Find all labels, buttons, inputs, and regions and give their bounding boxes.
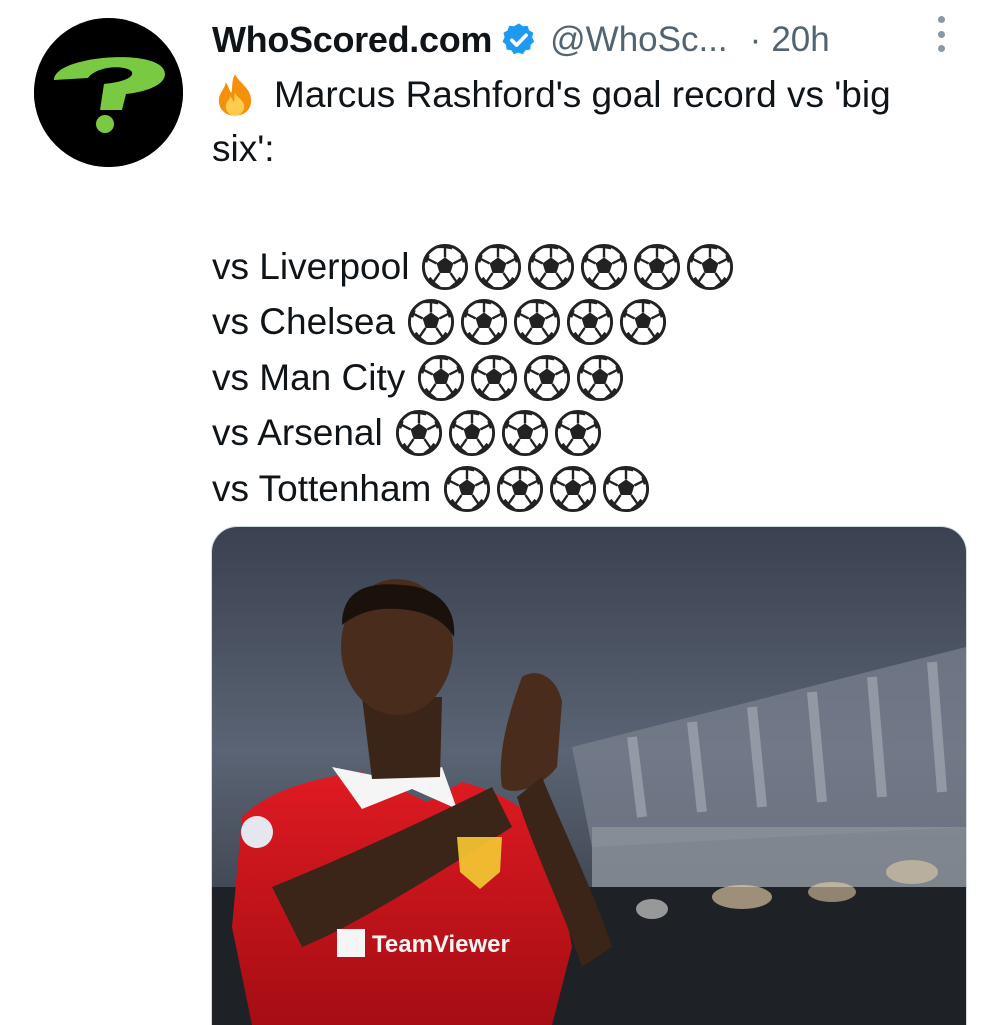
tweet-time[interactable]: 20h [771,20,829,60]
intro-text: Marcus Rashford's goal record vs 'big [274,74,891,115]
whoscored-logo-icon [34,18,183,167]
soccer-ball-icon [524,354,571,401]
soccer-ball-icon [566,299,614,346]
soccer-ball-icon [603,465,650,512]
soccer-ball-icon [475,243,522,290]
soccer-ball-icon [513,299,561,346]
tweet-header: WhoScored.com @WhoSc... · 20h [212,14,830,66]
separator-dot: · [749,20,762,59]
author-handle[interactable]: @WhoSc... [550,20,728,60]
soccer-ball-icon [619,299,667,346]
soccer-ball-icon [577,354,624,401]
rashford-photo: TeamViewer [212,527,966,1025]
soccer-ball-icon [395,410,442,457]
goal-balls [421,243,739,291]
verified-badge-icon [502,23,535,55]
goal-record-list: vs Liverpool vs Chelsea vs Man City vs A… [212,239,972,517]
soccer-ball-icon [550,465,597,512]
soccer-ball-icon [444,465,491,512]
soccer-ball-icon [581,243,628,290]
goal-balls [417,354,629,402]
avatar[interactable] [34,18,183,167]
soccer-ball-icon [422,243,469,290]
soccer-ball-icon [634,243,681,290]
soccer-ball-icon [554,410,601,457]
goal-row: vs Arsenal [212,406,972,462]
more-options-icon[interactable] [933,16,949,52]
fire-emoji-icon [218,74,252,116]
tweet-text: Marcus Rashford's goal record vs 'big si… [212,68,972,517]
goal-row: vs Chelsea [212,295,972,351]
tweet-photo[interactable]: TeamViewer [211,526,967,1025]
soccer-ball-icon [471,354,518,401]
soccer-ball-icon [448,410,495,457]
goal-row: vs Liverpool [212,239,972,295]
soccer-ball-icon [407,299,455,346]
goal-row-label: vs Tottenham [212,467,432,509]
author-name[interactable]: WhoScored.com [212,19,492,61]
goal-row-label: vs Arsenal [212,412,383,454]
soccer-ball-icon [528,243,575,290]
soccer-ball-icon [418,354,465,401]
intro-text-continued: six': [212,128,275,169]
goal-row-label: vs Liverpool [212,245,410,287]
soccer-ball-icon [497,465,544,512]
shirt-sponsor-text: TeamViewer [372,931,510,958]
soccer-ball-icon [460,299,508,346]
goal-row: vs Tottenham [212,461,972,517]
goal-row-label: vs Man City [212,356,406,398]
goal-balls [395,409,607,457]
goal-row-label: vs Chelsea [212,301,396,343]
soccer-ball-icon [687,243,734,290]
goal-row: vs Man City [212,350,972,406]
soccer-ball-icon [501,410,548,457]
goal-balls [407,298,672,346]
goal-balls [443,465,655,513]
